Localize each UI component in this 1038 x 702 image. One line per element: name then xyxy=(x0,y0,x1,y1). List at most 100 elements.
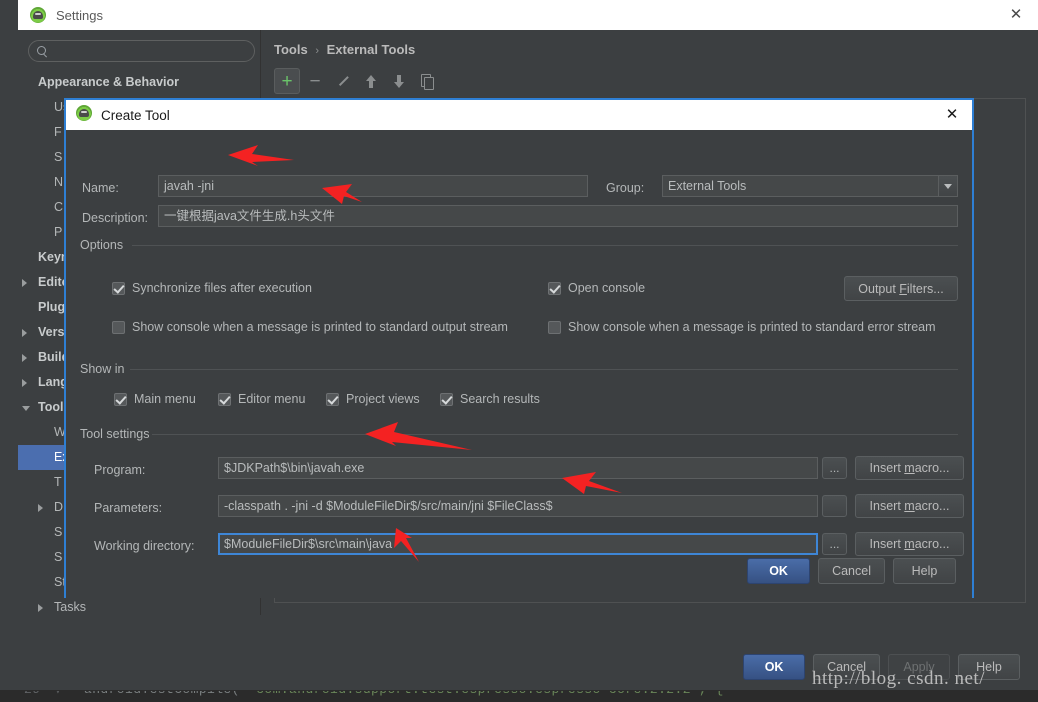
sync-files-label: Synchronize files after execution xyxy=(132,281,312,295)
program-browse-button[interactable]: ... xyxy=(822,457,847,479)
chevron-down-icon[interactable] xyxy=(938,176,957,196)
open-console-label: Open console xyxy=(568,281,646,295)
plus-icon: + xyxy=(281,70,293,92)
sidebar-item-label: Tasks xyxy=(54,600,86,614)
move-down-button[interactable] xyxy=(386,68,412,94)
sidebar-item-label: Appearance & Behavior xyxy=(38,75,180,89)
show-in-legend: Show in xyxy=(80,362,131,376)
group-label: Group: xyxy=(606,181,645,195)
show-in-search-results-checkbox[interactable] xyxy=(440,392,453,406)
parameters-insert-macro-button[interactable]: Insert macro... xyxy=(855,494,964,518)
external-tools-toolbar: + − xyxy=(274,68,1026,96)
add-button[interactable]: + xyxy=(274,68,300,94)
show-in-project-views-checkbox[interactable] xyxy=(326,392,339,406)
close-icon[interactable]: ✕ xyxy=(944,107,960,123)
sidebar-item-label: S xyxy=(54,525,63,539)
working-directory-insert-macro-button[interactable]: Insert macro... xyxy=(855,532,964,556)
show-in-search-results-row[interactable]: Search results xyxy=(440,392,540,406)
working-directory-label: Working directory: xyxy=(94,539,195,553)
show-in-main-menu-label: Main menu xyxy=(134,392,196,406)
parameters-browse-button[interactable] xyxy=(822,495,847,517)
settings-ok-button[interactable]: OK xyxy=(743,654,806,680)
program-insert-macro-label: Insert macro... xyxy=(869,461,950,475)
show-console-stderr-label: Show console when a message is printed t… xyxy=(568,320,936,334)
sidebar-item-label: T xyxy=(54,475,62,489)
show-in-editor-menu-label: Editor menu xyxy=(238,392,306,406)
search-icon xyxy=(37,45,48,57)
show-in-project-views-label: Project views xyxy=(346,392,420,406)
parameters-input[interactable]: -classpath . -jni -d $ModuleFileDir$/src… xyxy=(218,495,818,517)
name-input[interactable]: javah -jni xyxy=(158,175,588,197)
sidebar-item-label: C xyxy=(54,200,64,214)
copy-button[interactable] xyxy=(414,68,440,94)
watermark: http://blog. csdn. net/ xyxy=(812,668,985,689)
chevron-down-icon[interactable] xyxy=(22,406,30,415)
show-console-stderr-checkbox-row[interactable]: Show console when a message is printed t… xyxy=(548,320,936,334)
show-in-separator xyxy=(130,369,958,370)
chevron-right-icon[interactable] xyxy=(38,504,43,512)
group-combobox[interactable]: External Tools xyxy=(662,175,958,197)
android-studio-icon xyxy=(76,104,92,126)
chevron-right-icon[interactable] xyxy=(22,329,27,337)
group-combobox-value: External Tools xyxy=(668,179,747,193)
open-console-checkbox[interactable] xyxy=(548,281,561,295)
chevron-right-icon[interactable] xyxy=(38,604,43,612)
close-icon[interactable]: ✕ xyxy=(1008,7,1024,23)
chevron-right-icon[interactable] xyxy=(22,279,27,287)
show-in-editor-menu-row[interactable]: Editor menu xyxy=(218,392,305,406)
working-directory-browse-button[interactable]: ... xyxy=(822,533,847,555)
copy-icon xyxy=(420,74,434,90)
sidebar-item-appearance-behavior[interactable]: Appearance & Behavior xyxy=(18,70,261,95)
sidebar-item-label: D xyxy=(54,500,64,514)
search-box[interactable] xyxy=(28,40,255,62)
settings-window-title: Settings xyxy=(56,7,103,23)
show-in-search-results-label: Search results xyxy=(460,392,540,406)
screen-root: 29 ▽ androidTestCompile( 'com.android.su… xyxy=(0,0,1038,702)
sync-files-checkbox-row[interactable]: Synchronize files after execution xyxy=(112,281,312,295)
show-console-stdout-checkbox-row[interactable]: Show console when a message is printed t… xyxy=(112,320,508,334)
show-in-editor-menu-checkbox[interactable] xyxy=(218,392,231,406)
move-up-button[interactable] xyxy=(358,68,384,94)
breadcrumb-parent[interactable]: Tools xyxy=(274,42,308,57)
remove-button[interactable]: − xyxy=(302,68,328,94)
program-input[interactable]: $JDKPath$\bin\javah.exe xyxy=(218,457,818,479)
sidebar-item-label: N xyxy=(54,175,64,189)
show-console-stdout-label: Show console when a message is printed t… xyxy=(132,320,508,334)
show-in-project-views-row[interactable]: Project views xyxy=(326,392,420,406)
working-directory-insert-macro-label: Insert macro... xyxy=(869,537,950,551)
description-input[interactable]: 一键根据java文件生成.h头文件 xyxy=(158,205,958,227)
edit-button[interactable] xyxy=(330,68,356,94)
program-label: Program: xyxy=(94,463,146,477)
sidebar-item-label: S xyxy=(54,550,63,564)
tool-settings-separator xyxy=(152,434,958,435)
sidebar-item-label: S xyxy=(54,150,63,164)
android-studio-icon xyxy=(30,7,46,23)
working-directory-input[interactable]: $ModuleFileDir$\src\main\java xyxy=(218,533,818,555)
show-in-main-menu-checkbox[interactable] xyxy=(114,392,127,406)
show-in-main-menu-row[interactable]: Main menu xyxy=(114,392,196,406)
show-console-stdout-checkbox[interactable] xyxy=(112,320,125,334)
minus-icon: − xyxy=(309,70,321,92)
open-console-checkbox-row[interactable]: Open console xyxy=(548,281,645,295)
sidebar-item-label: P xyxy=(54,225,63,239)
arrow-up-icon xyxy=(365,74,377,88)
breadcrumb-separator: › xyxy=(315,45,319,57)
create-tool-dialog: Create Tool ✕ Name: javah -jni Group: Ex… xyxy=(64,98,974,598)
output-filters-label: Output Filters... xyxy=(858,281,944,296)
name-label: Name: xyxy=(82,181,119,195)
dialog-ok-button[interactable]: OK xyxy=(747,558,811,584)
program-insert-macro-button[interactable]: Insert macro... xyxy=(855,456,964,480)
sync-files-checkbox[interactable] xyxy=(112,281,125,295)
description-label: Description: xyxy=(82,211,148,225)
sidebar-item-tasks[interactable]: Tasks xyxy=(18,595,261,620)
dialog-cancel-button[interactable]: Cancel xyxy=(818,558,885,584)
chevron-right-icon[interactable] xyxy=(22,354,27,362)
output-filters-button[interactable]: Output Filters... xyxy=(844,276,958,301)
show-console-stderr-checkbox[interactable] xyxy=(548,320,561,334)
sidebar-item-label: F xyxy=(54,125,62,139)
parameters-insert-macro-label: Insert macro... xyxy=(869,499,950,513)
search-input[interactable] xyxy=(54,43,244,59)
parameters-label: Parameters: xyxy=(94,501,163,515)
chevron-right-icon[interactable] xyxy=(22,379,27,387)
dialog-help-button[interactable]: Help xyxy=(893,558,956,584)
